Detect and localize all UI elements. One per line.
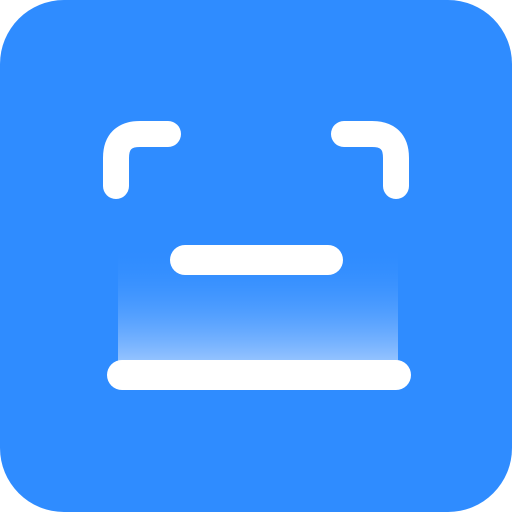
scanner-app-icon[interactable] (0, 0, 512, 512)
scanner-icon (0, 0, 512, 512)
